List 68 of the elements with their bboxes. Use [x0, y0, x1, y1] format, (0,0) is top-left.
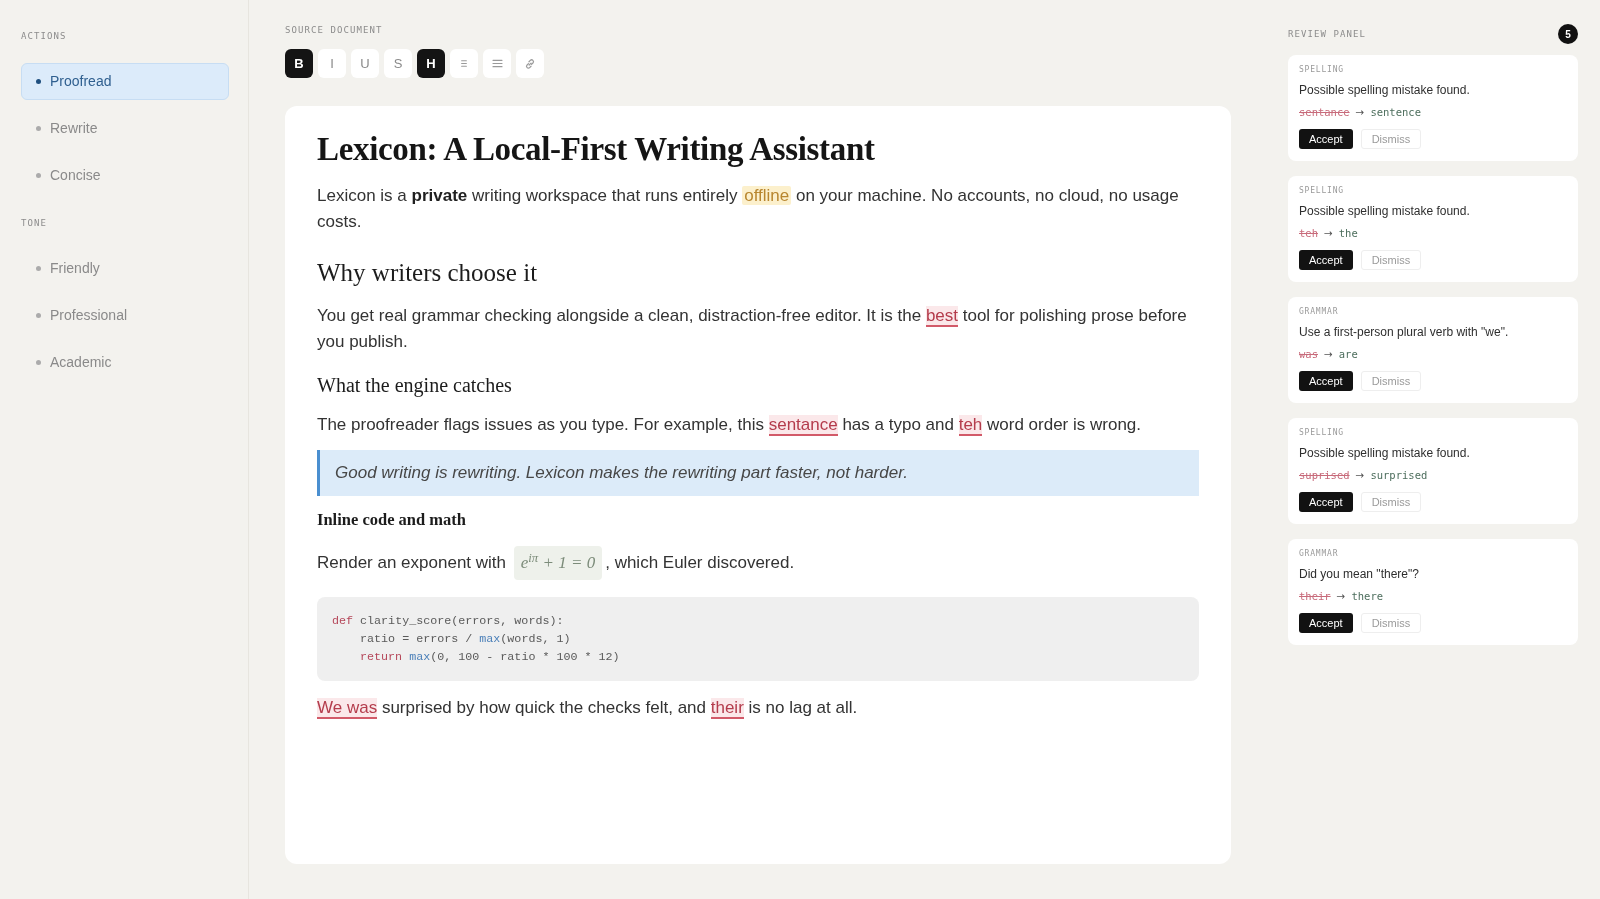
category-label: SPELLING — [1299, 428, 1344, 438]
accept-button[interactable]: Accept — [1299, 371, 1353, 391]
category-label: SPELLING — [1299, 65, 1344, 75]
dismiss-button[interactable]: Dismiss — [1360, 613, 1422, 633]
section-label: TONE — [21, 218, 48, 228]
accept-button[interactable]: Accept — [1299, 492, 1353, 512]
suggestion-message: Possible spelling mistake found. — [1299, 445, 1470, 461]
format-button[interactable]: H — [417, 49, 445, 78]
section-heading: Why writers choose it — [317, 258, 539, 288]
list-button[interactable] — [483, 49, 511, 78]
category-label: GRAMMAR — [1299, 307, 1339, 317]
accept-button[interactable]: Accept — [1299, 613, 1353, 633]
subsection-heading: What the engine catches — [317, 373, 513, 398]
suggestion-message: Possible spelling mistake found. — [1299, 203, 1470, 219]
paragraph: You get real grammar checking alongside a clean, distraction-free editor. It is the best tool for polishing prose before you publish. — [317, 305, 1188, 353]
format-button[interactable]: U — [351, 49, 379, 78]
suggested-word: the — [1338, 226, 1358, 240]
code-block: def clarity_score(errors, words): ratio = errors / max(words, 1) return max(0, 100 - ratio * 100 * 12) — [317, 597, 1199, 681]
arrow-symbol: → — [1323, 226, 1333, 240]
section-label: SOURCE DOCUMENT — [285, 25, 384, 35]
minor-heading: Inline code and math — [317, 509, 467, 531]
format-button[interactable]: B — [285, 49, 313, 78]
paragraph: The proofreader flags issues as you type. For example, this sentance has a typo and teh word order is wrong. — [317, 414, 1143, 438]
format-button[interactable]: S — [384, 49, 412, 78]
category-label: SPELLING — [1299, 186, 1344, 196]
blockquote: Good writing is rewriting. Lexicon makes the rewriting part faster, not harder. — [317, 450, 1199, 496]
original-word: was — [1299, 347, 1318, 361]
sidebar-item[interactable]: Concise — [21, 157, 229, 194]
panel-label: REVIEW PANEL — [1288, 29, 1366, 39]
format-button[interactable]: I — [318, 49, 346, 78]
original-word: sentance — [1299, 105, 1350, 119]
accept-button[interactable]: Accept — [1299, 250, 1353, 270]
suggestion-message: Possible spelling mistake found. — [1299, 82, 1470, 98]
sidebar-item[interactable]: Professional — [21, 297, 229, 334]
paragraph: We was surprised by how quick the checks felt, and their is no lag at all. — [317, 697, 859, 721]
list-button[interactable] — [450, 49, 478, 78]
suggested-word: are — [1338, 347, 1358, 361]
sidebar-item[interactable]: Rewrite — [21, 110, 229, 147]
dismiss-button[interactable]: Dismiss — [1360, 492, 1422, 512]
suggested-word: sentence — [1370, 105, 1421, 119]
original-word: their — [1299, 589, 1331, 603]
section-label: ACTIONS — [21, 31, 68, 41]
link-button[interactable] — [516, 49, 544, 78]
count-badge: 5 — [1558, 24, 1578, 44]
sidebar-item[interactable]: Proofread — [21, 63, 229, 100]
document-title: Lexicon: A Local-First Writing Assistant — [317, 130, 876, 169]
link-icon — [524, 57, 536, 70]
arrow-symbol: → — [1336, 589, 1346, 603]
short-lines-icon — [460, 59, 468, 68]
paragraph: Lexicon is a private writing workspace that runs entirely offline on your machine. No accounts, no cloud, no usage costs. — [317, 185, 1180, 233]
suggestion-message: Did you mean "there"? — [1299, 566, 1419, 582]
arrow-symbol: → — [1355, 105, 1365, 119]
dismiss-button[interactable]: Dismiss — [1360, 250, 1422, 270]
original-word: teh — [1299, 226, 1318, 240]
suggested-word: there — [1351, 589, 1384, 603]
suggested-word: surprised — [1370, 468, 1428, 482]
arrow-symbol: → — [1323, 347, 1333, 361]
sidebar-item[interactable]: Friendly — [21, 250, 229, 287]
arrow-symbol: → — [1355, 468, 1365, 482]
category-label: GRAMMAR — [1299, 549, 1339, 559]
original-word: suprised — [1299, 468, 1350, 482]
suggestion-message: Use a first-person plural verb with "we". — [1299, 324, 1509, 340]
sidebar-item[interactable]: Academic — [21, 344, 229, 381]
dismiss-button[interactable]: Dismiss — [1360, 371, 1422, 391]
accept-button[interactable]: Accept — [1299, 129, 1353, 149]
lines-icon — [491, 59, 503, 68]
dismiss-button[interactable]: Dismiss — [1360, 129, 1422, 149]
paragraph: Render an exponent with e$^{iπ}$ + 1 = 0 , which Euler discovered. — [317, 546, 1199, 580]
